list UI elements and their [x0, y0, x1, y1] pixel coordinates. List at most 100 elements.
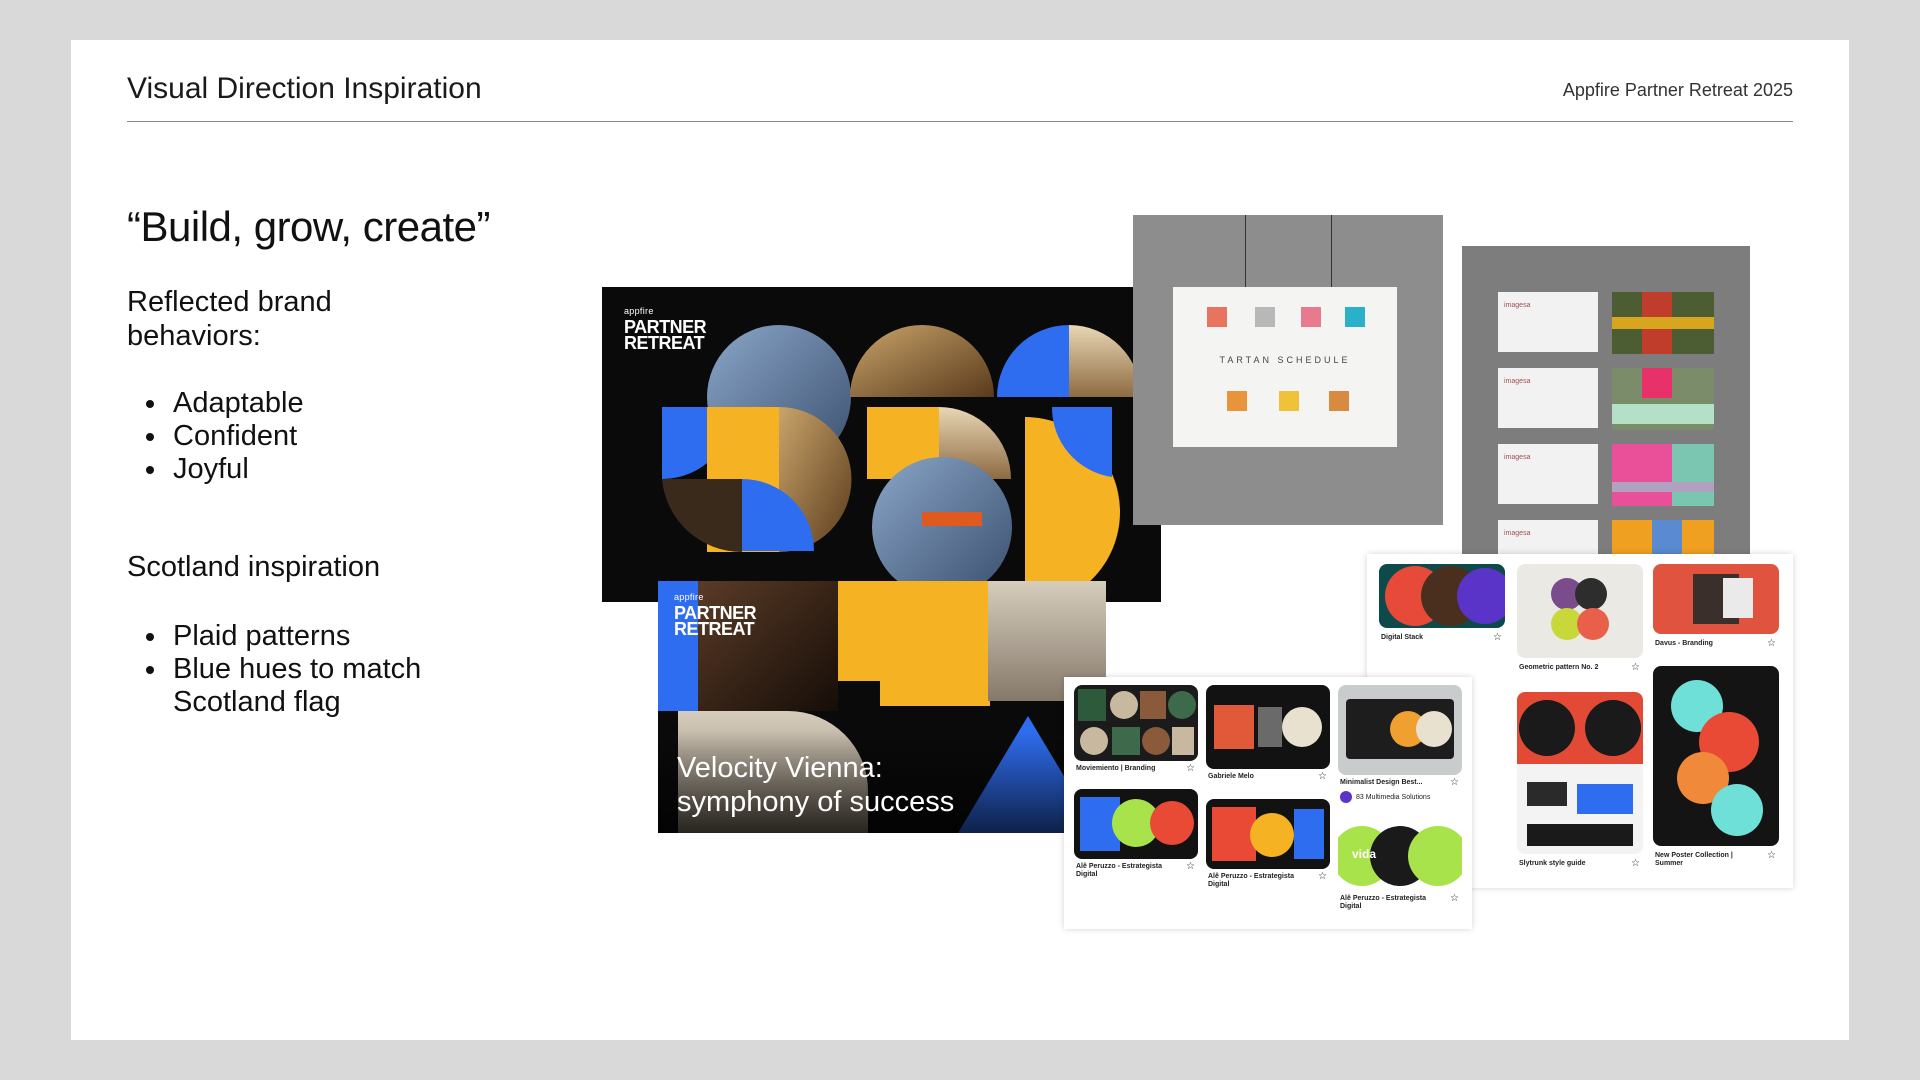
plaid-pattern-graphic	[1612, 292, 1714, 564]
poster2-title: Velocity Vienna: symphony of success	[677, 751, 954, 819]
slide: Visual Direction Inspiration Appfire Par…	[71, 40, 1849, 1040]
headline-quote: “Build, grow, create”	[127, 203, 491, 250]
pin-caption: Alê Peruzzo - Estrategista Digital	[1340, 895, 1426, 911]
star-icon[interactable]: ☆	[1186, 763, 1195, 774]
business-card: imagesa	[1498, 292, 1598, 352]
pin-caption: Gabriele Melo	[1208, 773, 1254, 780]
pin-author: 83 Multimedia Solutions	[1356, 794, 1431, 801]
plaid-swatch	[1345, 307, 1365, 327]
plaid-swatch	[1301, 307, 1321, 327]
pin-image[interactable]	[1074, 685, 1198, 761]
pin-image[interactable]	[1653, 564, 1779, 634]
header-divider	[127, 121, 1793, 122]
poster2-title-line2: symphony of success	[677, 786, 955, 818]
pin-caption-line1: Alê Peruzzo - Estrategista	[1208, 873, 1294, 880]
avatar	[1340, 791, 1352, 803]
star-icon[interactable]: ☆	[1631, 858, 1640, 869]
pin-wordmark: vida	[1352, 847, 1377, 861]
partner-retreat-logo: appfire PARTNER RETREAT	[624, 303, 707, 353]
pin-graphic	[1385, 566, 1505, 626]
business-card-mockup: imagesa imagesa imagesa imagesa	[1462, 246, 1750, 564]
pin-image[interactable]	[1074, 789, 1198, 859]
star-icon[interactable]: ☆	[1186, 861, 1195, 872]
pin-graphic	[1346, 699, 1454, 759]
pin-caption: Geometric pattern No. 2	[1519, 664, 1599, 671]
pin-image[interactable]	[1379, 564, 1505, 628]
header-title: Visual Direction Inspiration	[127, 72, 482, 105]
hanging-wire	[1245, 215, 1246, 287]
star-icon[interactable]: ☆	[1767, 638, 1776, 649]
pin-caption: Slytrunk style guide	[1519, 860, 1586, 867]
pin-caption-line2: Digital	[1340, 903, 1362, 910]
mockup-title: TARTAN SCHEDULE	[1219, 355, 1351, 365]
pin-caption-line2: Summer	[1655, 860, 1684, 867]
star-icon[interactable]: ☆	[1318, 771, 1327, 782]
poster2-title-line1: Velocity Vienna:	[677, 752, 883, 784]
partner-retreat-poster: appfire PARTNER RETREAT	[602, 287, 1161, 602]
hanging-wire	[1331, 215, 1332, 287]
star-icon[interactable]: ☆	[1493, 632, 1502, 643]
pin-caption-line2: Digital	[1208, 881, 1230, 888]
behaviors-list: Adaptable Confident Joyful	[127, 387, 304, 486]
tartan-schedule-mockup: TARTAN SCHEDULE	[1133, 215, 1443, 525]
list-item: Joyful	[169, 453, 304, 486]
star-icon[interactable]: ☆	[1631, 662, 1640, 673]
pin-image[interactable]	[1338, 685, 1462, 775]
business-card: imagesa	[1498, 368, 1598, 428]
pin-graphic	[1214, 705, 1322, 749]
behaviors-heading-line1: Reflected brand	[127, 286, 332, 318]
pin-graphic	[1212, 807, 1324, 861]
pin-caption: Alê Peruzzo - Estrategista Digital	[1076, 863, 1162, 879]
pin-image[interactable]: vida	[1338, 821, 1462, 891]
plaid-swatch	[1207, 307, 1227, 327]
pin-graphic	[1671, 680, 1763, 836]
schedule-card: TARTAN SCHEDULE	[1173, 287, 1397, 447]
poster2-logo: appfire PARTNER RETREAT	[674, 589, 757, 639]
plaid-swatch	[1329, 391, 1349, 411]
pin-graphic	[1517, 692, 1643, 846]
star-icon[interactable]: ☆	[1450, 777, 1459, 788]
card-brand: imagesa	[1504, 378, 1531, 385]
pin-caption: Alê Peruzzo - Estrategista Digital	[1208, 873, 1294, 889]
pin-caption: Minimalist Design Best...	[1340, 779, 1423, 786]
list-item: Plaid patterns	[169, 620, 421, 653]
list-item-line1: Blue hues to match	[173, 653, 422, 685]
list-item: Blue hues to matchScotland flag	[169, 653, 421, 719]
pin-image[interactable]	[1517, 692, 1643, 854]
list-item: Confident	[169, 420, 304, 453]
star-icon[interactable]: ☆	[1767, 850, 1776, 861]
pin-graphic	[1693, 574, 1753, 624]
plaid-swatch	[1279, 391, 1299, 411]
header-event-name: Appfire Partner Retreat 2025	[1562, 80, 1793, 100]
plaid-swatch	[1255, 307, 1275, 327]
pin-image[interactable]	[1206, 799, 1330, 869]
card-brand: imagesa	[1504, 302, 1531, 309]
business-card: imagesa	[1498, 444, 1598, 504]
pin-graphic	[1078, 689, 1196, 755]
card-brand: imagesa	[1504, 454, 1531, 461]
pin-image[interactable]	[1517, 564, 1643, 658]
pin-caption: Davus - Branding	[1655, 640, 1713, 647]
behaviors-heading-line2: behaviors:	[127, 320, 261, 352]
plaid-swatch	[1227, 391, 1247, 411]
pin-caption-line1: Alê Peruzzo - Estrategista	[1076, 863, 1162, 870]
pin-caption-line1: New Poster Collection |	[1655, 852, 1733, 859]
pin-caption: Moviemiento | Branding	[1076, 765, 1156, 772]
star-icon[interactable]: ☆	[1318, 871, 1327, 882]
pin-image[interactable]	[1206, 685, 1330, 769]
pin-caption: New Poster Collection | Summer	[1655, 852, 1733, 868]
scotland-heading: Scotland inspiration	[127, 551, 381, 583]
pin-caption: Digital Stack	[1381, 634, 1424, 641]
star-icon[interactable]: ☆	[1450, 893, 1459, 904]
logo-line2: RETREAT	[624, 333, 705, 353]
logo-line2: RETREAT	[674, 619, 755, 639]
pin-caption-line2: Digital	[1076, 871, 1098, 878]
inspiration-board-left: Moviemiento | Branding ☆ Gabriele Melo ☆…	[1064, 677, 1472, 929]
card-brand: imagesa	[1504, 530, 1531, 537]
pin-graphic	[1551, 578, 1609, 640]
pin-caption-line1: Alê Peruzzo - Estrategista	[1340, 895, 1426, 902]
velocity-vienna-poster: appfire PARTNER RETREAT Velocity Vienna:…	[658, 581, 1106, 833]
list-item-line2: Scotland flag	[173, 686, 341, 718]
pin-image[interactable]	[1653, 666, 1779, 846]
behaviors-heading: Reflected brand behaviors:	[127, 285, 332, 353]
